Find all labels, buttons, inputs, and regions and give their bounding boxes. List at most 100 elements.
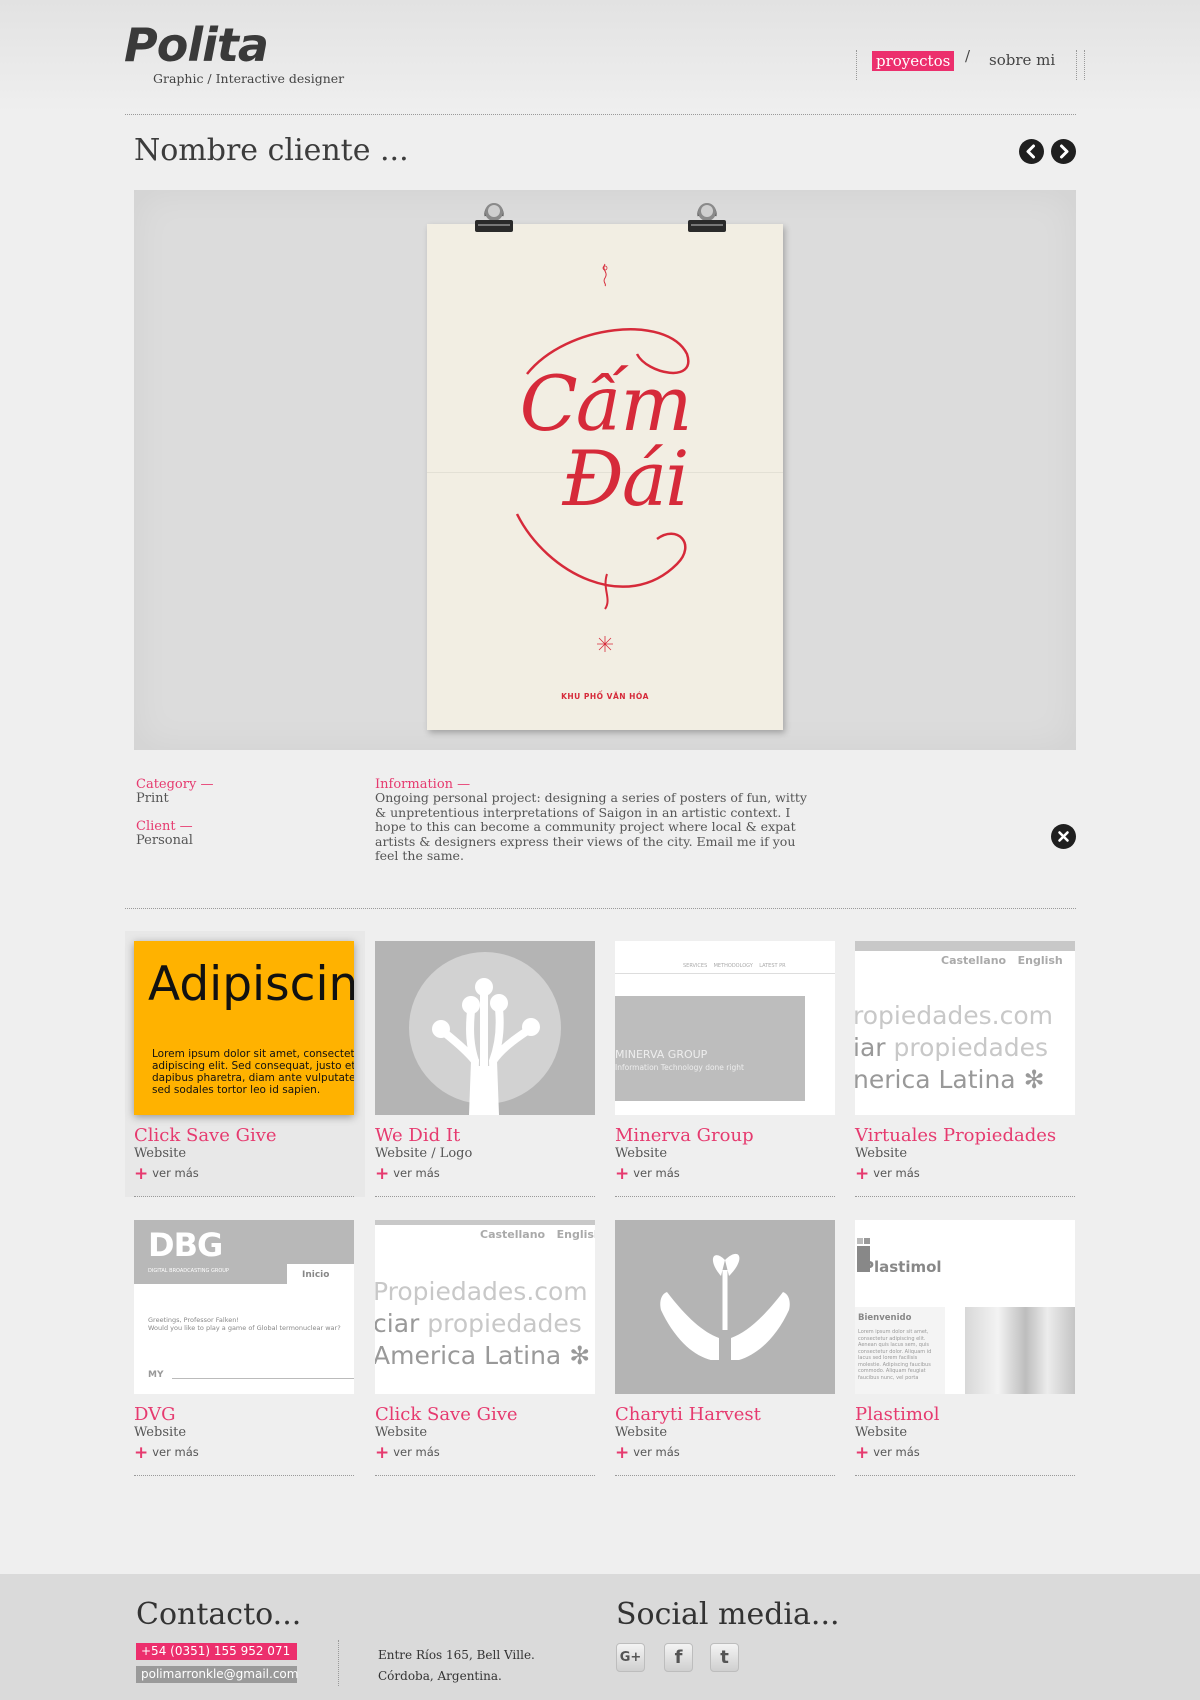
twitter-icon[interactable]: t bbox=[710, 1643, 739, 1672]
ver-mas-link[interactable]: + ver más bbox=[375, 1443, 440, 1463]
thumb-greeting: Greetings, Professor Falken! Would you li… bbox=[148, 1316, 341, 1332]
project-thumbnail[interactable]: Castellano English Propiedades.com ciar … bbox=[375, 1220, 595, 1394]
card-title[interactable]: Charyti Harvest bbox=[615, 1404, 761, 1425]
card-divider bbox=[615, 1196, 835, 1197]
ver-mas-link[interactable]: + ver más bbox=[855, 1443, 920, 1463]
ver-mas-link[interactable]: + ver más bbox=[615, 1443, 680, 1463]
ver-mas-label: ver más bbox=[152, 1445, 199, 1459]
plus-icon: + bbox=[855, 1164, 870, 1184]
card-title[interactable]: Plastimol bbox=[855, 1404, 940, 1425]
poster: Cấm Đái KHU PHỐ VĂN HÓA bbox=[427, 224, 783, 730]
project-thumbnail[interactable]: Plastimol Bienvenido Lorem ipsum dolor s… bbox=[855, 1220, 1075, 1394]
thumb-topbar bbox=[375, 1220, 595, 1225]
card-title[interactable]: Minerva Group bbox=[615, 1125, 754, 1146]
tagline: Graphic / Interactive designer bbox=[153, 71, 345, 86]
project-thumbnail[interactable]: Castellano English ropiedades.com iar pr… bbox=[855, 941, 1075, 1115]
thumb-line3: America Latina ✻ bbox=[375, 1341, 591, 1370]
plus-icon: + bbox=[134, 1443, 149, 1463]
nav-divider bbox=[1076, 50, 1077, 80]
project-card[interactable]: Castellano English ropiedades.com iar pr… bbox=[846, 931, 1086, 1197]
thumb-line1: ropiedades.com bbox=[855, 1001, 1054, 1030]
nav-slash: / bbox=[965, 47, 971, 65]
prev-button[interactable] bbox=[1019, 139, 1044, 164]
thumb-sidebar: Bienvenido Lorem ipsum dolor sit amet, c… bbox=[855, 1307, 945, 1394]
thumb-logo: Plastimol bbox=[863, 1258, 942, 1276]
ver-mas-label: ver más bbox=[633, 1166, 680, 1180]
card-type: Website bbox=[615, 1425, 668, 1440]
plus-icon: + bbox=[615, 1443, 630, 1463]
card-divider bbox=[855, 1475, 1075, 1476]
card-title[interactable]: Click Save Give bbox=[375, 1404, 518, 1425]
contact-title: Contacto... bbox=[136, 1597, 302, 1632]
card-divider bbox=[134, 1475, 354, 1476]
project-card[interactable]: Charyti Harvest Website + ver más bbox=[606, 1210, 846, 1476]
plus-icon: + bbox=[375, 1443, 390, 1463]
project-card[interactable]: SERVICES METHODOLOGY LATEST PR MINERVA G… bbox=[606, 931, 846, 1197]
ver-mas-label: ver más bbox=[393, 1445, 440, 1459]
project-card[interactable]: DBG DIGITAL BROADCASTING GROUP Inicio Gr… bbox=[125, 1210, 365, 1476]
contact-email[interactable]: polimarronkle@gmail.com bbox=[136, 1666, 298, 1683]
thumb-line2: ciar propiedades bbox=[375, 1309, 582, 1338]
address-line-1: Entre Ríos 165, Bell Ville. bbox=[378, 1648, 535, 1662]
project-hero-image: Cấm Đái KHU PHỐ VĂN HÓA bbox=[134, 190, 1076, 750]
nav-item-proyectos[interactable]: proyectos bbox=[872, 51, 955, 71]
binder-clip-icon bbox=[688, 203, 726, 232]
category-value: Print bbox=[136, 791, 169, 806]
card-title[interactable]: Click Save Give bbox=[134, 1125, 277, 1146]
project-card[interactable]: Adipiscin Lorem ipsum dolor sit amet, co… bbox=[125, 931, 365, 1197]
thumb-welcome: Bienvenido bbox=[858, 1313, 912, 1323]
card-type: Website bbox=[615, 1146, 668, 1161]
thumb-banner: MINERVA GROUP Information Technology don… bbox=[615, 996, 805, 1101]
ver-mas-link[interactable]: + ver más bbox=[134, 1443, 199, 1463]
plus-icon: + bbox=[855, 1443, 870, 1463]
project-thumbnail[interactable]: DBG DIGITAL BROADCASTING GROUP Inicio Gr… bbox=[134, 1220, 354, 1394]
thumb-line2: iar propiedades bbox=[855, 1033, 1049, 1062]
card-title[interactable]: We Did It bbox=[375, 1125, 460, 1146]
ver-mas-link[interactable]: + ver más bbox=[615, 1164, 680, 1184]
nav-item-sobre-mi[interactable]: sobre mi bbox=[989, 50, 1055, 70]
google-plus-icon[interactable]: G+ bbox=[616, 1643, 645, 1672]
plus-icon: + bbox=[615, 1164, 630, 1184]
ver-mas-label: ver más bbox=[873, 1445, 920, 1459]
thumb-my: MY bbox=[148, 1370, 164, 1380]
ver-mas-link[interactable]: + ver más bbox=[375, 1164, 440, 1184]
poster-footer: KHU PHỐ VĂN HÓA bbox=[561, 692, 649, 701]
logo[interactable]: Polita bbox=[124, 18, 269, 72]
next-button[interactable] bbox=[1051, 139, 1076, 164]
thumb-body: Lorem ipsum dolor sit amet, consectetur … bbox=[858, 1329, 932, 1381]
thumb-lang[interactable]: Castellano English bbox=[480, 1228, 595, 1241]
facebook-icon[interactable]: f bbox=[664, 1643, 693, 1672]
project-card[interactable]: Castellano English Propiedades.com ciar … bbox=[366, 1210, 606, 1476]
ver-mas-link[interactable]: + ver más bbox=[134, 1164, 199, 1184]
card-type: Website / Logo bbox=[375, 1146, 473, 1161]
card-title[interactable]: DVG bbox=[134, 1404, 176, 1425]
project-card[interactable]: Plastimol Bienvenido Lorem ipsum dolor s… bbox=[846, 1210, 1086, 1476]
project-thumbnail[interactable]: SERVICES METHODOLOGY LATEST PR MINERVA G… bbox=[615, 941, 835, 1115]
address-line-2: Córdoba, Argentina. bbox=[378, 1669, 502, 1683]
project-thumbnail[interactable] bbox=[615, 1220, 835, 1394]
card-title[interactable]: Virtuales Propiedades bbox=[855, 1125, 1056, 1146]
thumb-lang[interactable]: Castellano English bbox=[941, 954, 1063, 967]
binder-clip-icon bbox=[475, 203, 513, 232]
card-divider bbox=[375, 1475, 595, 1476]
project-card[interactable]: We Did It Website / Logo + ver más bbox=[366, 931, 606, 1197]
chevron-left-icon bbox=[1026, 144, 1035, 159]
project-thumbnail[interactable]: Adipiscin Lorem ipsum dolor sit amet, co… bbox=[134, 941, 354, 1115]
thumb-sub: Information Technology done right bbox=[615, 1063, 744, 1072]
thumb-header: DBG DIGITAL BROADCASTING GROUP Inicio bbox=[134, 1220, 354, 1284]
card-type: Website bbox=[855, 1425, 908, 1440]
card-type: Website bbox=[134, 1146, 187, 1161]
section-divider bbox=[125, 908, 1076, 909]
poster-star-icon bbox=[597, 636, 613, 652]
close-button[interactable] bbox=[1051, 824, 1076, 849]
contact-phone[interactable]: +54 (0351) 155 952 071 bbox=[136, 1643, 297, 1660]
card-divider bbox=[855, 1196, 1075, 1197]
nav-divider bbox=[856, 50, 857, 80]
thumb-line1: Propiedades.com bbox=[375, 1277, 588, 1306]
chevron-right-icon bbox=[1060, 144, 1069, 159]
nav-divider bbox=[1084, 50, 1085, 80]
thumb-logo-sub: DIGITAL BROADCASTING GROUP bbox=[148, 1268, 229, 1274]
project-thumbnail[interactable] bbox=[375, 941, 595, 1115]
thumb-tab[interactable]: Inicio bbox=[287, 1264, 354, 1284]
ver-mas-link[interactable]: + ver más bbox=[855, 1164, 920, 1184]
